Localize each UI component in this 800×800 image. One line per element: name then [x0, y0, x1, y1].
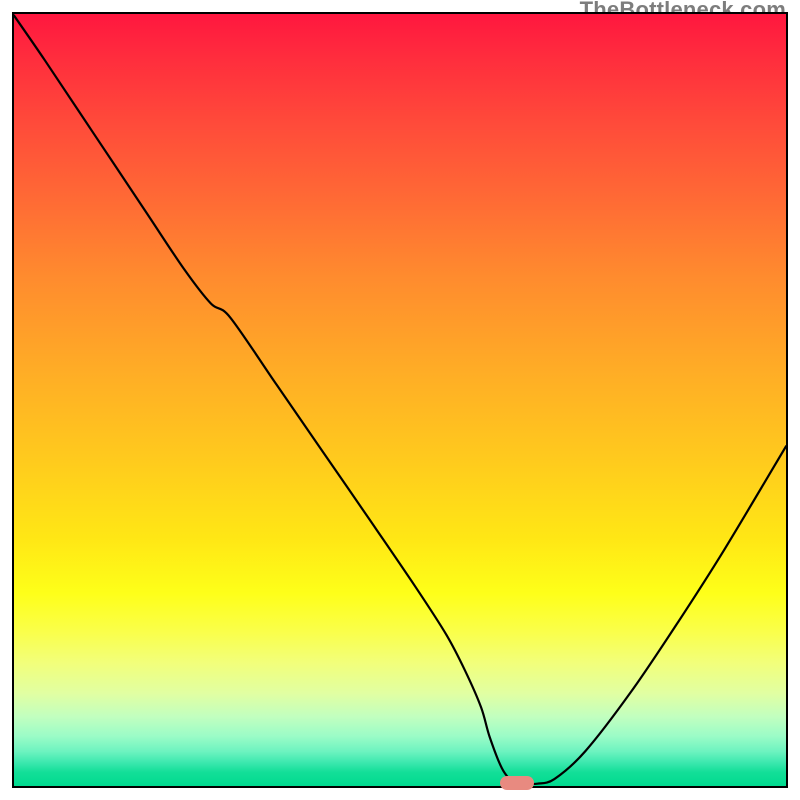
curve-svg — [14, 14, 786, 786]
bottleneck-curve — [14, 16, 786, 785]
optimal-marker — [500, 776, 534, 790]
bottleneck-chart: TheBottleneck.com — [0, 0, 800, 800]
plot-area — [12, 12, 788, 788]
